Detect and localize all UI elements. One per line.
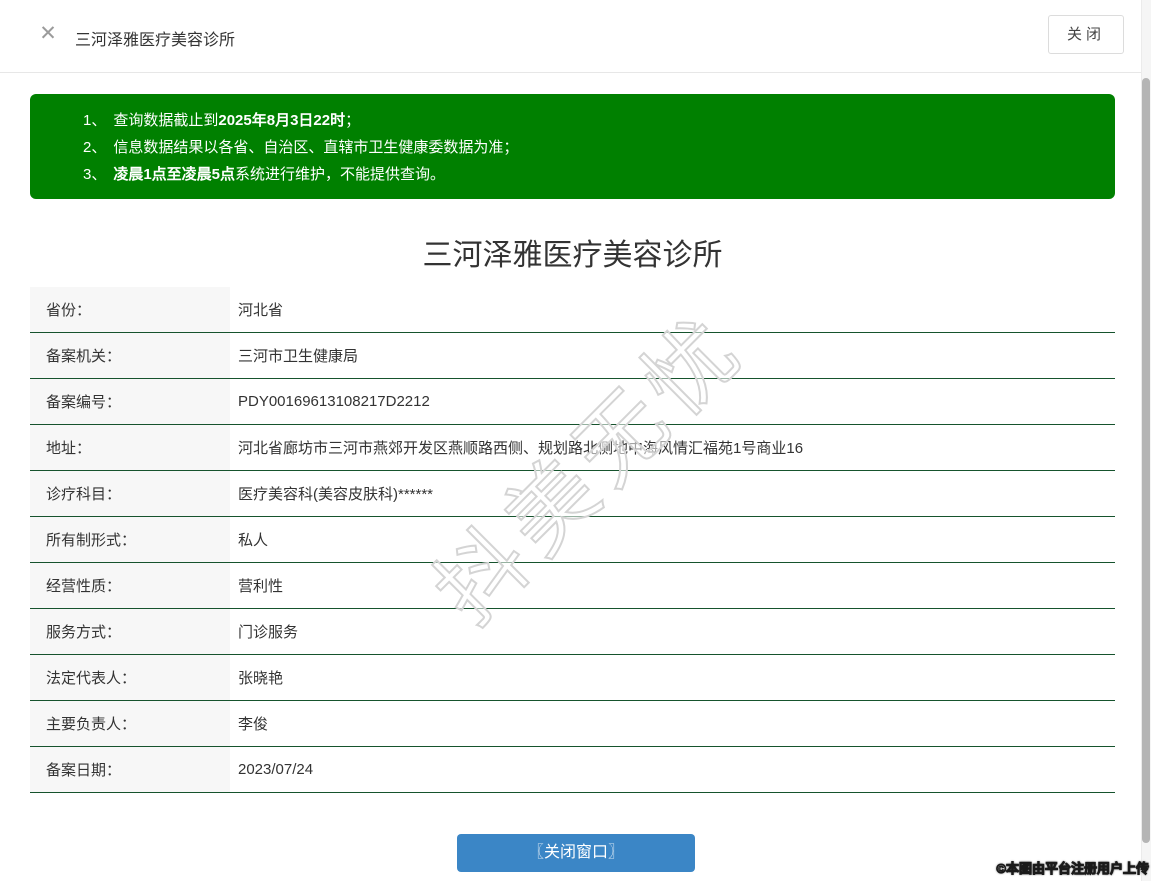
scrollbar-thumb[interactable] <box>1142 78 1150 843</box>
notice-text: 信息数据结果以各省、自治区、直辖市卫生健康委数据为准； <box>113 139 519 156</box>
row-value: 门诊服务 <box>230 609 1115 654</box>
table-row: 备案日期： 2023/07/24 <box>30 747 1115 793</box>
row-value: PDY00169613108217D2212 <box>230 379 1115 424</box>
table-row: 所有制形式： 私人 <box>30 517 1115 563</box>
row-label: 服务方式： <box>30 609 230 654</box>
row-value: 李俊 <box>230 701 1115 746</box>
row-value: 河北省 <box>230 287 1115 332</box>
notice-line: 2、 信息数据结果以各省、自治区、直辖市卫生健康委数据为准； <box>83 134 1095 161</box>
table-row: 备案机关： 三河市卫生健康局 <box>30 333 1115 379</box>
row-label: 所有制形式： <box>30 517 230 562</box>
row-label: 法定代表人： <box>30 655 230 700</box>
table-row: 诊疗科目： 医疗美容科(美容皮肤科)****** <box>30 471 1115 517</box>
row-value: 三河市卫生健康局 <box>230 333 1115 378</box>
page-title: 三河泽雅医疗美容诊所 <box>422 239 723 272</box>
table-row: 地址： 河北省廊坊市三河市燕郊开发区燕顺路西侧、规划路北侧地中海风情汇福苑1号商… <box>30 425 1115 471</box>
attribution-text: ©本图由平台注册用户上传 <box>996 861 1150 877</box>
table-row: 服务方式： 门诊服务 <box>30 609 1115 655</box>
row-label: 地址： <box>30 425 230 470</box>
detail-table: 省份： 河北省 备案机关： 三河市卫生健康局 备案编号： PDY00169613… <box>30 287 1115 793</box>
notice-text: 查询数据截止到 <box>113 112 219 129</box>
row-label: 备案日期： <box>30 747 230 792</box>
row-label: 省份： <box>30 287 230 332</box>
notice-text: 系统进行维护，不能提供查询。 <box>235 166 446 183</box>
row-label: 诊疗科目： <box>30 471 230 516</box>
notice-text: ； <box>345 112 361 129</box>
table-row: 省份： 河北省 <box>30 287 1115 333</box>
header-bar: ✕ 三河泽雅医疗美容诊所 关闭 <box>0 0 1151 73</box>
header-close-button[interactable]: 关闭 <box>1048 15 1124 54</box>
row-value: 张晓艳 <box>230 655 1115 700</box>
header-title: 三河泽雅医疗美容诊所 <box>75 32 236 49</box>
row-value: 医疗美容科(美容皮肤科)****** <box>230 471 1115 516</box>
notice-line: 3、 凌晨1点至凌晨5点系统进行维护，不能提供查询。 <box>83 161 1095 188</box>
notice-text-bold: 凌晨1点至凌晨5点 <box>113 166 236 183</box>
table-row: 法定代表人： 张晓艳 <box>30 655 1115 701</box>
scrollbar-track <box>1141 0 1151 881</box>
row-label: 主要负责人： <box>30 701 230 746</box>
notice-number: 3、 <box>83 166 107 183</box>
row-value: 私人 <box>230 517 1115 562</box>
row-label: 备案编号： <box>30 379 230 424</box>
table-row: 经营性质： 营利性 <box>30 563 1115 609</box>
close-x-icon[interactable]: ✕ <box>36 22 60 46</box>
notice-number: 1、 <box>83 112 107 129</box>
row-value: 河北省廊坊市三河市燕郊开发区燕顺路西侧、规划路北侧地中海风情汇福苑1号商业16 <box>230 425 1115 470</box>
row-label: 经营性质： <box>30 563 230 608</box>
record-detail-modal: ✕ 三河泽雅医疗美容诊所 关闭 1、 查询数据截止到2025年8月3日22时； 2… <box>0 0 1151 881</box>
notice-number: 2、 <box>83 139 107 156</box>
close-window-button[interactable]: 〖关闭窗口〗 <box>457 834 695 872</box>
table-row: 主要负责人： 李俊 <box>30 701 1115 747</box>
row-label: 备案机关： <box>30 333 230 378</box>
notice-banner: 1、 查询数据截止到2025年8月3日22时； 2、 信息数据结果以各省、自治区、直… <box>30 94 1115 199</box>
notice-text-bold: 2025年8月3日22时 <box>218 112 346 129</box>
table-row: 备案编号： PDY00169613108217D2212 <box>30 379 1115 425</box>
row-value: 营利性 <box>230 563 1115 608</box>
row-value: 2023/07/24 <box>230 747 1115 792</box>
notice-line: 1、 查询数据截止到2025年8月3日22时； <box>83 107 1095 134</box>
